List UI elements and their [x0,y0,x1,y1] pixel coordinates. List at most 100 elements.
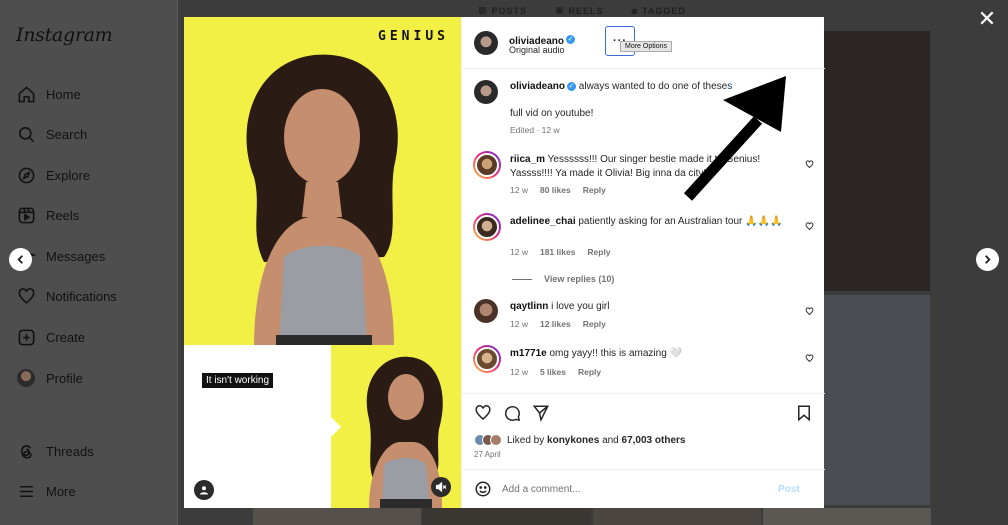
compass-icon [16,165,36,185]
sidebar-item-notifications[interactable]: Notifications [16,284,117,308]
comment-likes[interactable]: 5 likes [540,367,566,377]
next-post-button[interactable] [976,248,999,271]
liked-by-user[interactable]: konykones [547,435,599,446]
sidebar-item-label: Reels [46,207,80,223]
comment-username[interactable]: adelinee_chai [510,216,576,227]
sidebar-item-create[interactable]: Create [16,325,85,349]
comment-icon[interactable] [503,404,521,422]
post-side-panel: oliviadeano ✓ Original audio oliviadeano ✓… [461,17,825,508]
comment-meta: 12 w 80 likes Reply [510,185,606,195]
sidebar-item-profile[interactable]: Profile [16,366,83,390]
caption-meta: Edited · 12 w [510,125,560,135]
sidebar-item-explore[interactable]: Explore [16,163,90,187]
like-heart-icon[interactable] [474,404,492,422]
grid-tile[interactable] [824,31,930,291]
caption-username[interactable]: oliviadeano [510,81,565,92]
like-comment-heart-icon[interactable] [805,307,814,316]
reels-icon: ▣ [555,5,565,15]
like-comment-heart-icon[interactable] [805,160,814,169]
previous-post-button[interactable] [9,248,32,271]
comment-text: patiently asking for an Australian tour … [578,216,783,227]
post-date: 27 April [474,450,501,459]
audio-link[interactable]: Original audio [509,45,565,55]
tab-posts[interactable]: ▦ POSTS [478,5,527,16]
comment-username[interactable]: m1771e [510,348,547,359]
grid-tile[interactable] [593,508,761,525]
tab-reels[interactable]: ▣ REELS [555,5,604,16]
liked-by-others[interactable]: 67,003 others [622,435,686,446]
grid-icon: ▦ [478,5,488,15]
menu-icon [16,481,36,501]
bookmark-icon[interactable] [795,404,813,422]
comment-meta: 12 w 181 likes Reply [510,247,611,257]
grid-tile[interactable] [824,295,930,505]
chevron-right-icon [985,255,991,264]
like-comment-heart-icon[interactable] [805,354,814,363]
search-icon [16,124,36,144]
commenter-avatar[interactable] [474,299,498,323]
caption-text: always wanted to do one of these [578,81,728,92]
profile-tabs: ▦ POSTS ▣ REELS ◙ TAGGED [478,5,686,16]
comment: m1771e omg yayy!! this is amazing 🤍 [510,347,790,361]
comment-username[interactable]: qaytlinn [510,301,548,312]
view-replies-button[interactable]: View replies (10) [512,274,614,284]
commenter-avatar[interactable] [473,151,501,179]
verified-badge-icon: ✓ [566,35,576,45]
grid-tile[interactable] [253,508,421,525]
author-avatar[interactable] [474,80,498,104]
instagram-logo[interactable]: Instagram [16,24,113,46]
threads-icon [16,441,36,461]
comment-meta: 12 w5 likes Reply [510,367,602,377]
user-icon[interactable] [194,480,214,500]
comment-meta: 12 w 12 likes Reply [510,319,606,329]
sidebar-item-label: Home [46,86,81,102]
person-image [246,54,398,347]
sidebar-item-label: Explore [46,167,91,183]
sidebar-item-label: Create [46,329,86,345]
plus-square-icon [16,327,36,347]
comment-input[interactable] [502,483,772,495]
post-comment-button[interactable]: Post [778,484,800,495]
sidebar-item-reels[interactable]: Reels [16,203,79,227]
comment-text: i love you girl [551,301,610,312]
emoji-icon[interactable] [474,480,492,498]
sidebar-item-label: Notifications [46,288,117,304]
grid-tile[interactable] [423,508,591,525]
tab-tagged[interactable]: ◙ TAGGED [632,5,686,16]
liker-avatar [490,434,502,446]
reel-video[interactable]: GENIUS It isn't working [184,17,461,508]
sidebar-item-search[interactable]: Search [16,122,87,146]
comment-text: omg yayy!! this is amazing 🤍 [549,348,682,359]
reply-button[interactable]: Reply [587,247,610,257]
caption-link[interactable]: s [727,81,732,92]
tag-icon: ◙ [631,5,638,16]
close-icon[interactable]: ✕ [976,8,998,30]
caption-line-2: full vid on youtube! [510,108,594,119]
sidebar-item-threads[interactable]: Threads [16,439,94,463]
grid-tile[interactable] [763,508,931,525]
share-icon[interactable] [532,404,550,422]
commenter-avatar[interactable] [473,213,501,241]
sidebar-item-more[interactable]: More [16,479,76,503]
sidebar-item-label: More [46,483,76,499]
post-modal: GENIUS It isn't working oliviadeano ✓ Ori… [184,17,825,508]
reply-button[interactable]: Reply [578,367,601,377]
sidebar-item-home[interactable]: Home [16,82,81,106]
reply-button[interactable]: Reply [583,319,606,329]
comment-likes[interactable]: 181 likes [540,247,575,257]
author-avatar[interactable] [474,31,498,55]
mute-icon[interactable] [431,477,451,497]
like-comment-heart-icon[interactable] [805,222,814,231]
more-options-tooltip: More Options [620,41,673,52]
comment-likes[interactable]: 12 likes [540,319,571,329]
reply-button[interactable]: Reply [583,185,606,195]
genius-wordmark: GENIUS [378,29,449,44]
comment: riica_m Yessssss!!! Our singer bestie ma… [510,153,790,181]
avatar [16,368,36,388]
comment-text: Yessssss!!! Our singer bestie made it to… [510,154,761,179]
comment-username[interactable]: riica_m [510,154,545,165]
post-caption: oliviadeano ✓ always wanted to do one of … [510,80,810,94]
verified-badge-icon: ✓ [567,81,577,91]
commenter-avatar[interactable] [473,345,501,373]
comment-likes[interactable]: 80 likes [540,185,571,195]
